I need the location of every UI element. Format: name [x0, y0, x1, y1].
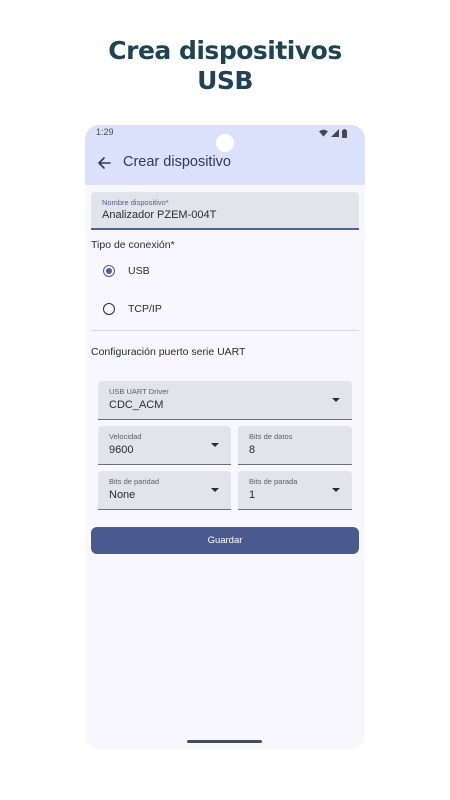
stop-bits-label: Bits de parada — [249, 477, 298, 486]
save-button[interactable]: Guardar — [91, 527, 359, 554]
data-bits-label: Bits de datos — [249, 432, 293, 441]
status-time: 1:29 — [96, 127, 114, 137]
battery-icon — [342, 128, 347, 138]
radio-usb-label: USB — [128, 265, 150, 277]
arrow-left-icon — [98, 157, 111, 169]
stop-bits-dropdown-icon — [332, 488, 340, 492]
signal-icon — [331, 129, 339, 137]
radio-usb-checked-icon — [103, 265, 115, 277]
radio-tcpip[interactable]: TCP/IP — [103, 303, 162, 315]
baud-rate-dropdown-icon — [211, 443, 219, 447]
device-name-label: Nombre dispositivo* — [102, 198, 169, 207]
status-icons — [319, 128, 347, 138]
uart-driver-select[interactable]: USB UART Driver CDC_ACM — [98, 381, 352, 420]
radio-tcpip-label: TCP/IP — [128, 303, 162, 315]
parity-bits-dropdown-icon — [211, 488, 219, 492]
uart-section-title: Configuración puerto serie UART — [91, 346, 246, 358]
radio-tcpip-unchecked-icon — [103, 303, 115, 315]
radio-usb[interactable]: USB — [103, 265, 150, 277]
uart-driver-dropdown-icon — [332, 398, 340, 402]
data-bits-value: 8 — [249, 444, 256, 456]
page-title: Crear dispositivo — [123, 154, 231, 170]
parity-bits-select[interactable]: Bits de paridad None — [98, 471, 231, 510]
device-name-value: Analizador PZEM-004T — [102, 209, 217, 221]
connection-type-label: Tipo de conexión* — [91, 239, 175, 251]
parity-bits-value: None — [109, 489, 136, 501]
phone-screen: 1:29 Crear dispositivo Nombre dispositiv… — [85, 125, 365, 749]
device-name-field[interactable]: Nombre dispositivo* Analizador PZEM-004T — [91, 192, 359, 230]
baud-rate-select[interactable]: Velocidad 9600 — [98, 426, 231, 465]
data-bits-field[interactable]: Bits de datos 8 — [238, 426, 352, 465]
wifi-icon — [319, 129, 328, 137]
uart-driver-label: USB UART Driver — [109, 387, 169, 396]
divider — [91, 330, 359, 331]
promo-line-1: Crea dispositivos — [108, 36, 342, 65]
camera-cutout — [216, 134, 234, 152]
promo-line-2: USB — [197, 66, 253, 95]
parity-bits-label: Bits de paridad — [109, 477, 160, 486]
baud-rate-label: Velocidad — [109, 432, 142, 441]
home-indicator[interactable] — [187, 740, 262, 743]
baud-rate-value: 9600 — [109, 444, 134, 456]
back-button[interactable] — [95, 154, 113, 172]
uart-driver-value: CDC_ACM — [109, 399, 164, 411]
stop-bits-select[interactable]: Bits de parada 1 — [238, 471, 352, 510]
promo-headline: Crea dispositivos USB — [0, 36, 450, 96]
stop-bits-value: 1 — [249, 489, 256, 501]
